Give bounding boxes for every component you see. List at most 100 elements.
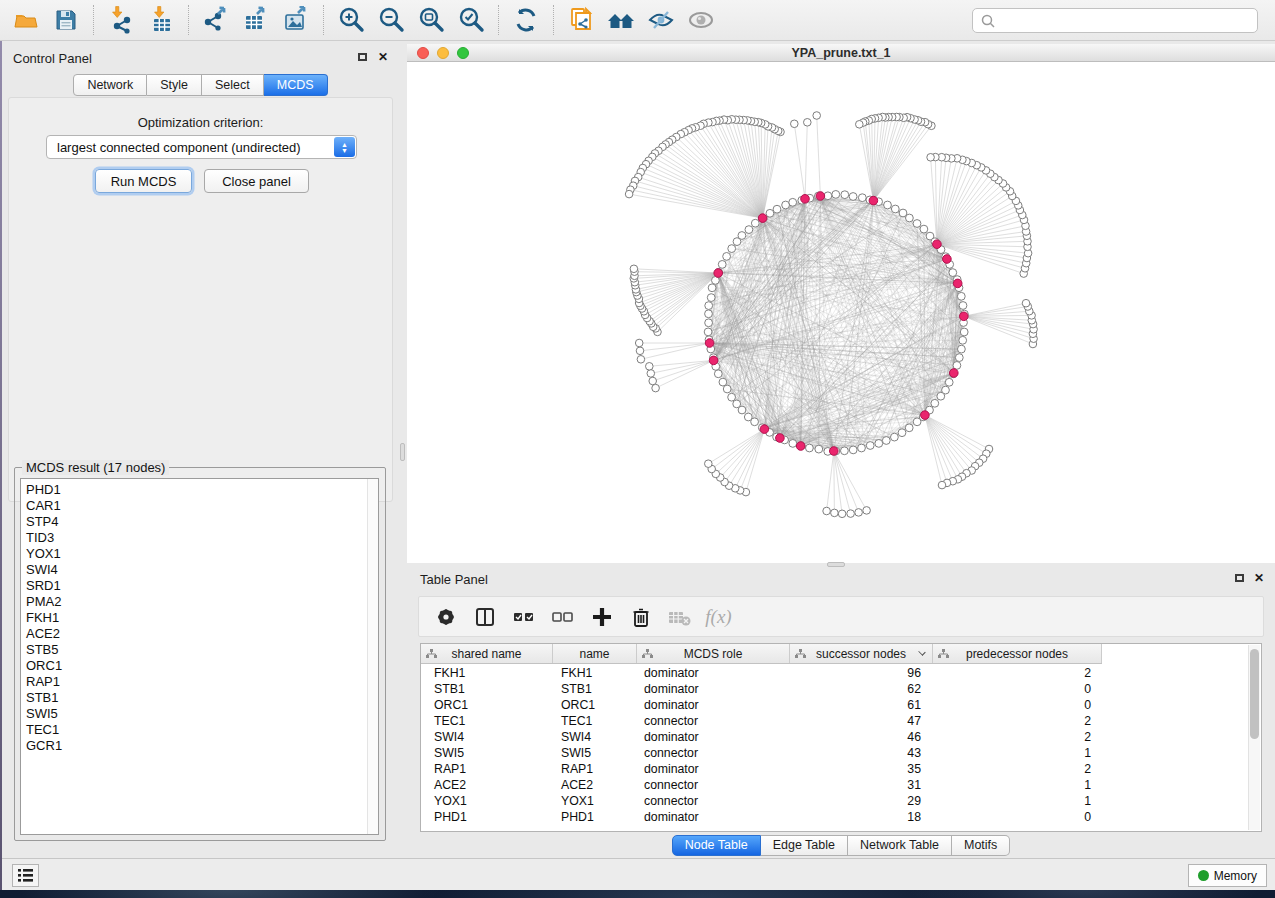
delete-table-icon[interactable] [663,600,696,633]
show-column-icon[interactable] [468,600,501,633]
zoom-out-icon[interactable] [371,2,411,38]
column-header[interactable]: MCDS role [637,644,790,663]
tab-select[interactable]: Select [202,74,264,96]
table-toolbar: f(x) [418,596,1264,637]
list-item[interactable]: SWI4 [26,562,378,578]
mcds-result-group: MCDS result (17 nodes) PHD1CAR1STP4TID3Y… [14,467,386,841]
table-tab-edge-table[interactable]: Edge Table [761,835,848,856]
split-handle-vertical[interactable] [400,443,405,461]
memory-button[interactable]: Memory [1188,864,1267,887]
table-scrollbar[interactable] [1248,645,1260,830]
tab-mcds[interactable]: MCDS [264,74,328,96]
split-handle-horizontal[interactable] [827,562,845,567]
table-tab-node-table[interactable]: Node Table [672,835,761,856]
control-panel: Control Panel ✕ Network Style Select MCD… [0,44,401,858]
close-panel-icon[interactable]: ✕ [378,50,388,64]
window-minimize-icon[interactable] [437,47,449,59]
add-column-icon[interactable] [585,600,618,633]
control-panel-tabs: Network Style Select MCDS [0,74,401,96]
float-panel-icon[interactable] [358,53,367,61]
list-item[interactable]: FKH1 [26,610,378,626]
table-panel: Table Panel ✕ [407,565,1275,858]
app-window: Control Panel ✕ Network Style Select MCD… [0,0,1275,890]
table-settings-icon[interactable] [429,600,462,633]
show-all-icon[interactable] [681,2,721,38]
table-row[interactable]: STB1STB1dominator620 [421,681,1102,697]
clone-network-icon[interactable] [561,2,601,38]
column-header[interactable]: predecessor nodes [933,644,1102,663]
table-row[interactable]: ORC1ORC1dominator610 [421,697,1102,713]
status-bar: Memory [0,858,1275,890]
column-header[interactable]: shared name [421,644,553,663]
table-float-icon[interactable] [1235,574,1244,582]
import-network-icon[interactable] [101,2,141,38]
tab-network[interactable]: Network [73,74,147,96]
network-title: YPA_prune.txt_1 [407,44,1275,62]
mcds-result-list[interactable]: PHD1CAR1STP4TID3YOX1SWI4SRD1PMA2FKH1ACE2… [20,478,379,835]
open-file-icon[interactable] [6,2,46,38]
list-item[interactable]: SWI5 [26,706,378,722]
network-view-window: YPA_prune.txt_1 [407,44,1275,563]
export-table-icon[interactable] [236,2,276,38]
list-item[interactable]: TID3 [26,530,378,546]
run-mcds-button[interactable]: Run MCDS [95,169,192,193]
zoom-in-icon[interactable] [331,2,371,38]
table-close-icon[interactable]: ✕ [1254,571,1264,585]
optimization-criterion-label: Optimization criterion: [9,115,392,130]
table-row[interactable]: PHD1PHD1dominator180 [421,809,1102,825]
export-image-icon[interactable] [276,2,316,38]
window-maximize-icon[interactable] [457,47,469,59]
network-graph[interactable] [407,62,1273,562]
table-tab-motifs[interactable]: Motifs [952,835,1010,856]
list-item[interactable]: STP4 [26,514,378,530]
close-panel-button[interactable]: Close panel [204,169,309,193]
list-item[interactable]: GCR1 [26,738,378,754]
table-row[interactable]: ACE2ACE2connector311 [421,777,1102,793]
save-session-icon[interactable] [46,2,86,38]
list-item[interactable]: SRD1 [26,578,378,594]
mcds-result-title: MCDS result (17 nodes) [22,460,169,475]
list-item[interactable]: STB1 [26,690,378,706]
column-header[interactable]: name [553,644,637,663]
table-tab-network-table[interactable]: Network Table [848,835,952,856]
window-close-icon[interactable] [417,47,429,59]
tab-style[interactable]: Style [147,74,202,96]
zoom-fit-icon[interactable] [411,2,451,38]
list-item[interactable]: TEC1 [26,722,378,738]
node-table: shared namenameMCDS rolesuccessor nodesp… [420,643,1262,832]
criterion-select[interactable]: largest connected component (undirected)… [46,135,357,159]
task-history-button[interactable] [12,864,39,887]
list-item[interactable]: PHD1 [26,482,378,498]
function-builder-icon: f(x) [702,600,735,633]
table-row[interactable]: SWI5SWI5connector431 [421,745,1102,761]
unselect-all-icon[interactable] [546,600,579,633]
list-item[interactable]: RAP1 [26,674,378,690]
table-row[interactable]: YOX1YOX1connector291 [421,793,1102,809]
hide-selected-icon[interactable] [641,2,681,38]
table-row[interactable]: FKH1FKH1dominator962 [421,665,1102,681]
refresh-layout-icon[interactable] [506,2,546,38]
search-input[interactable] [972,8,1258,33]
list-item[interactable]: ACE2 [26,626,378,642]
table-row[interactable]: SWI4SWI4dominator462 [421,729,1102,745]
go-home-icon[interactable] [601,2,641,38]
select-all-icon[interactable] [507,600,540,633]
column-header[interactable]: successor nodes [790,644,933,663]
delete-column-icon[interactable] [624,600,657,633]
desktop-edge [0,41,2,890]
table-panel-title: Table Panel [407,565,1275,587]
list-item[interactable]: STB5 [26,642,378,658]
table-row[interactable]: TEC1TEC1connector472 [421,713,1102,729]
list-scrollbar[interactable] [367,479,378,834]
table-row[interactable]: RAP1RAP1dominator352 [421,761,1102,777]
mcds-options-panel: Optimization criterion: largest connecte… [8,97,393,502]
list-item[interactable]: CAR1 [26,498,378,514]
list-item[interactable]: ORC1 [26,658,378,674]
list-item[interactable]: PMA2 [26,594,378,610]
import-table-icon[interactable] [141,2,181,38]
export-network-icon[interactable] [196,2,236,38]
list-item[interactable]: YOX1 [26,546,378,562]
zoom-selected-icon[interactable] [451,2,491,38]
main-toolbar [0,0,1275,41]
select-stepper-icon: ▲▼ [334,137,355,157]
